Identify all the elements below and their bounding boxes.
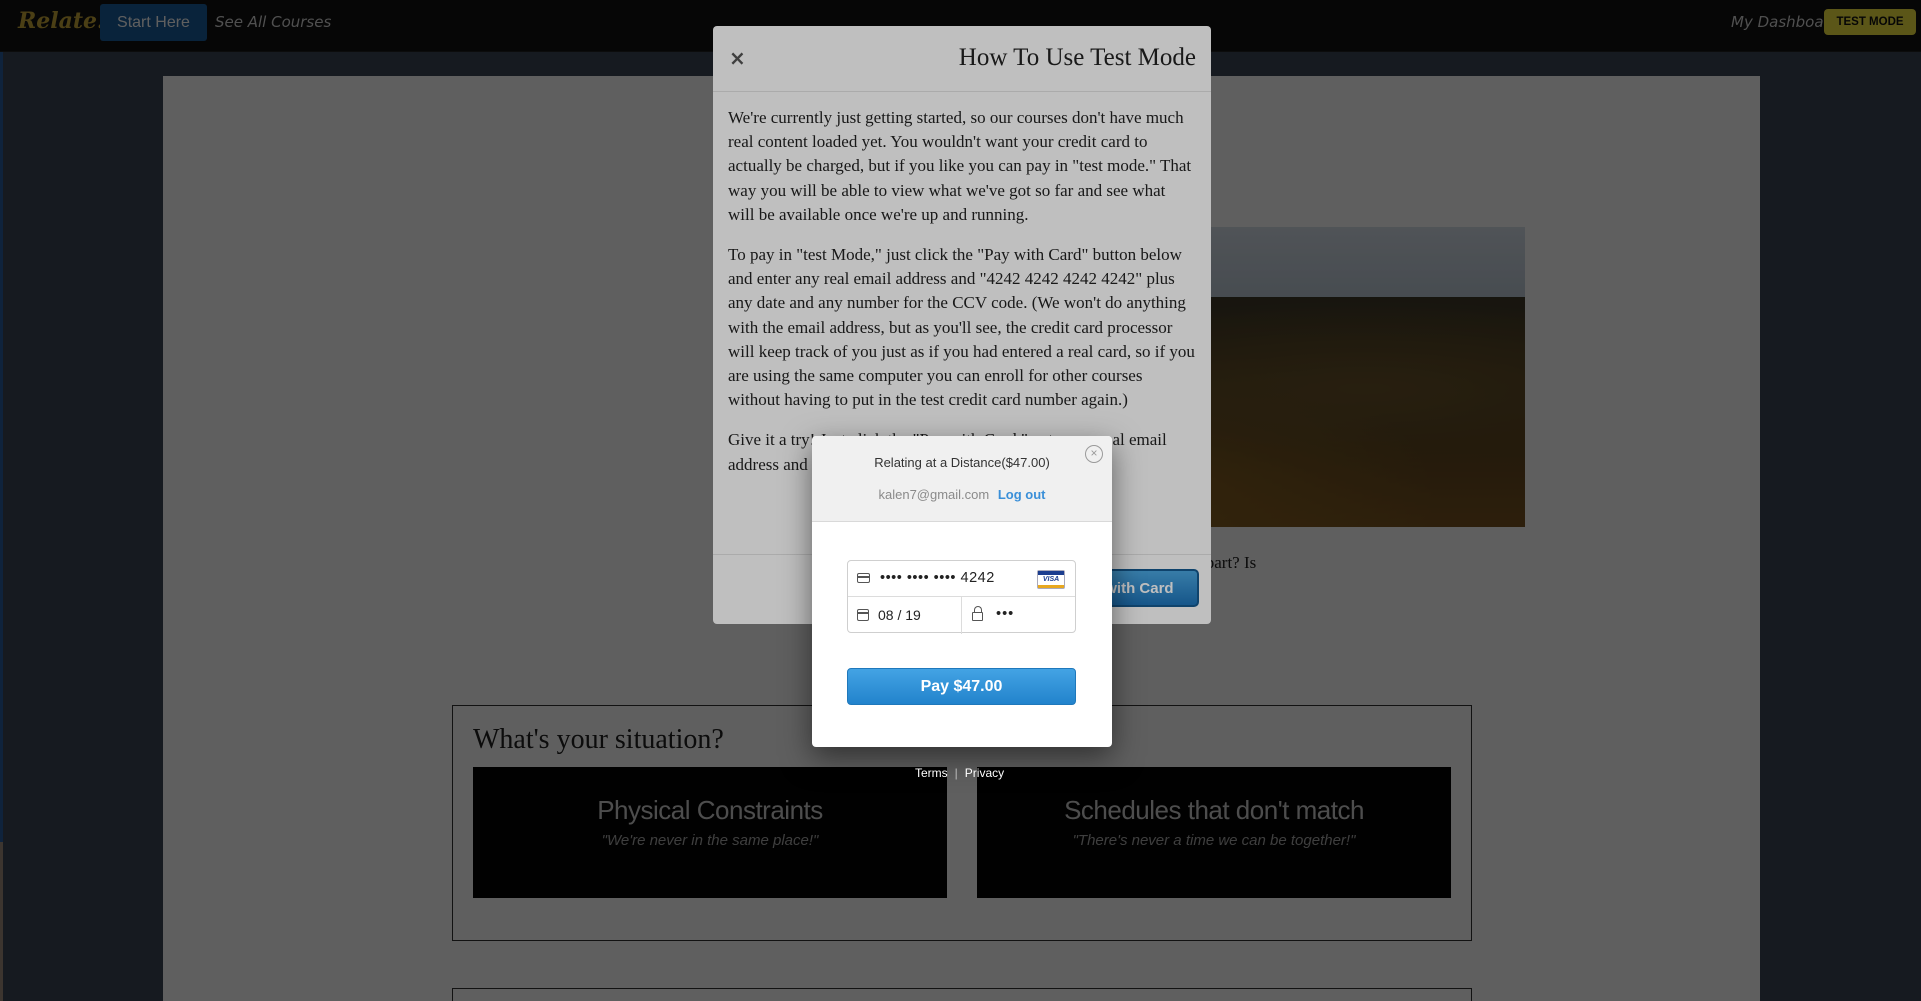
pay-button[interactable]: Pay $47.00 bbox=[847, 668, 1076, 705]
legal-separator: | bbox=[954, 766, 958, 780]
visa-label: VISA bbox=[1042, 575, 1060, 583]
expiry-field[interactable]: 08 / 19 bbox=[848, 597, 962, 634]
checkout-account: kalen7@gmail.com Log out bbox=[812, 487, 1112, 502]
expiry-value[interactable]: 08 / 19 bbox=[878, 607, 921, 623]
checkout-email: kalen7@gmail.com bbox=[878, 487, 990, 502]
checkout-header: × Relating at a Distance($47.00) kalen7@… bbox=[812, 436, 1112, 522]
credit-card-icon bbox=[857, 573, 870, 583]
cvc-field[interactable]: ••• bbox=[962, 597, 1076, 634]
cvc-value[interactable]: ••• bbox=[996, 606, 1014, 622]
checkout-dialog: × Relating at a Distance($47.00) kalen7@… bbox=[812, 436, 1112, 747]
card-number-field[interactable]: •••• •••• •••• 4242 VISA bbox=[848, 561, 1075, 597]
lock-icon bbox=[972, 606, 983, 621]
card-number-value[interactable]: •••• •••• •••• 4242 bbox=[880, 570, 995, 586]
privacy-link[interactable]: Privacy bbox=[965, 766, 1004, 780]
checkout-title: Relating at a Distance($47.00) bbox=[874, 455, 1050, 470]
visa-card-icon: VISA bbox=[1037, 570, 1065, 589]
calendar-icon bbox=[857, 609, 869, 621]
card-fields: •••• •••• •••• 4242 VISA 08 / 19 ••• bbox=[847, 560, 1076, 634]
logout-link[interactable]: Log out bbox=[998, 487, 1046, 502]
terms-link[interactable]: Terms bbox=[915, 766, 948, 780]
legal-links: Terms | Privacy bbox=[915, 766, 1004, 780]
